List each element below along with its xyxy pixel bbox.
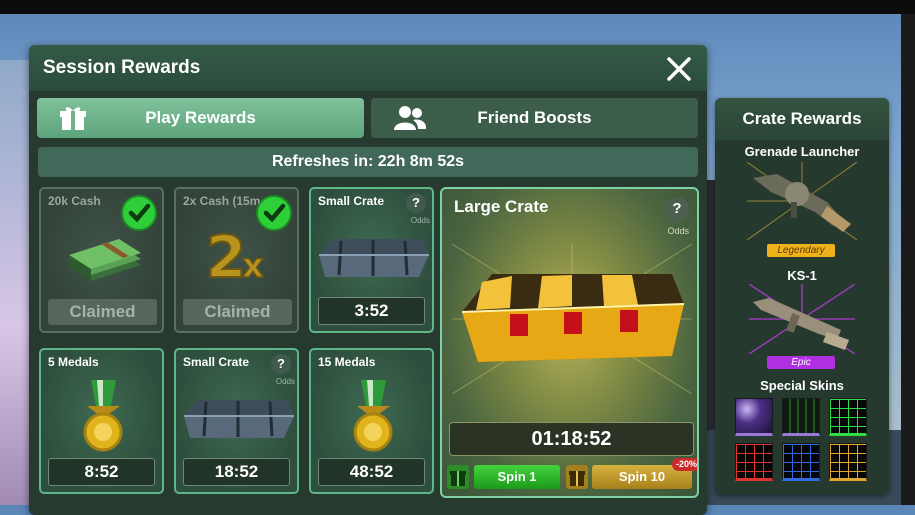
reward-title: Small Crate: [183, 355, 250, 369]
tab-friend-boosts-label: Friend Boosts: [477, 108, 592, 127]
skin-swatch-green-grid[interactable]: [829, 398, 867, 436]
reward-title: 20k Cash: [48, 194, 101, 208]
reward-card-small-crate: Small Crate ? Odds 3:52: [309, 187, 434, 333]
item-name-grenade-launcher: Grenade Launcher: [744, 144, 860, 159]
large-crate-timer: 01:18:52: [449, 422, 694, 456]
background-scene-right: [901, 14, 915, 505]
skin-swatch-gold-grid[interactable]: [829, 443, 867, 481]
grenade-launcher-icon: [747, 162, 857, 240]
svg-text:x: x: [242, 246, 264, 286]
reward-card-15-medals: 15 Medals 48:52: [309, 348, 434, 494]
reward-title: 5 Medals: [48, 355, 99, 369]
reward-title: Small Crate: [318, 194, 385, 208]
rarity-badge-legendary: Legendary: [767, 244, 835, 257]
crate-rewards-panel: Crate Rewards Grenade Launcher Legendary…: [715, 98, 889, 494]
skin-swatch-code[interactable]: [782, 398, 820, 436]
reward-card-2x-cash: 2x Cash (15m 2 x Claimed: [174, 187, 299, 333]
reward-timer: 18:52: [183, 458, 290, 486]
double-cash-icon: 2 x: [205, 222, 265, 292]
refresh-timer-bar: Refreshes in: 22h 8m 52s: [38, 147, 698, 177]
ks-1-rifle-icon: [749, 284, 855, 354]
reward-card-5-medals: 5 Medals 8:52: [39, 348, 164, 494]
odds-question-icon[interactable]: ?: [665, 197, 689, 221]
reward-card-20k-cash: 20k Cash Claimed: [39, 187, 164, 333]
tab-friend-boosts[interactable]: Friend Boosts: [371, 98, 698, 138]
medal-icon: [353, 380, 393, 452]
cash-stack-icon: [69, 239, 141, 281]
odds-question-icon[interactable]: ?: [271, 354, 291, 374]
tab-play-rewards[interactable]: Play Rewards: [37, 98, 364, 138]
panel-title: Session Rewards: [43, 57, 201, 78]
gift-icon: [447, 465, 469, 489]
reward-title: 2x Cash (15m: [183, 194, 261, 208]
background-scene-left: [0, 60, 30, 505]
reward-timer: 48:52: [318, 458, 425, 486]
tab-play-rewards-label: Play Rewards: [145, 108, 256, 127]
reward-timer: 8:52: [48, 458, 155, 486]
reward-title: 15 Medals: [318, 355, 376, 369]
gift-icon: [566, 465, 588, 489]
medal-icon: [83, 380, 123, 452]
odds-label: Odds: [667, 226, 689, 236]
golden-crate-icon: [452, 244, 692, 394]
spin-row: Spin 1 Spin 10 -20%: [447, 458, 697, 491]
discount-badge: -20%: [672, 458, 697, 471]
reward-timer: 3:52: [318, 297, 425, 325]
spin-1-button[interactable]: Spin 1: [474, 465, 560, 489]
reward-card-small-crate-2: Small Crate ? Odds 18:52: [174, 348, 299, 494]
large-crate-title: Large Crate: [454, 197, 549, 216]
skin-swatch-galaxy[interactable]: [735, 398, 773, 436]
crate-icon: [184, 400, 294, 438]
claimed-status: Claimed: [183, 299, 292, 325]
crate-icon: [319, 239, 429, 277]
svg-text:2: 2: [206, 223, 246, 291]
side-title: Crate Rewards: [742, 109, 862, 128]
claimed-status: Claimed: [48, 299, 157, 325]
close-icon[interactable]: [665, 55, 693, 83]
session-rewards-panel: Session Rewards Play Rewards Friend Boos…: [29, 45, 707, 515]
odds-question-icon[interactable]: ?: [406, 193, 426, 213]
skin-swatch-red-grid[interactable]: [735, 443, 773, 481]
large-crate-card: Large Crate ? Odds 01:18:52 Spin 1 Spin …: [440, 187, 699, 498]
rarity-badge-epic: Epic: [767, 356, 835, 369]
special-skins-label: Special Skins: [760, 378, 844, 393]
item-name-ks-1: KS-1: [787, 268, 817, 283]
skin-swatch-blue-grid[interactable]: [782, 443, 820, 481]
panel-header: Session Rewards: [29, 45, 707, 91]
side-header: Crate Rewards: [715, 98, 889, 140]
top-bar: [0, 0, 915, 14]
